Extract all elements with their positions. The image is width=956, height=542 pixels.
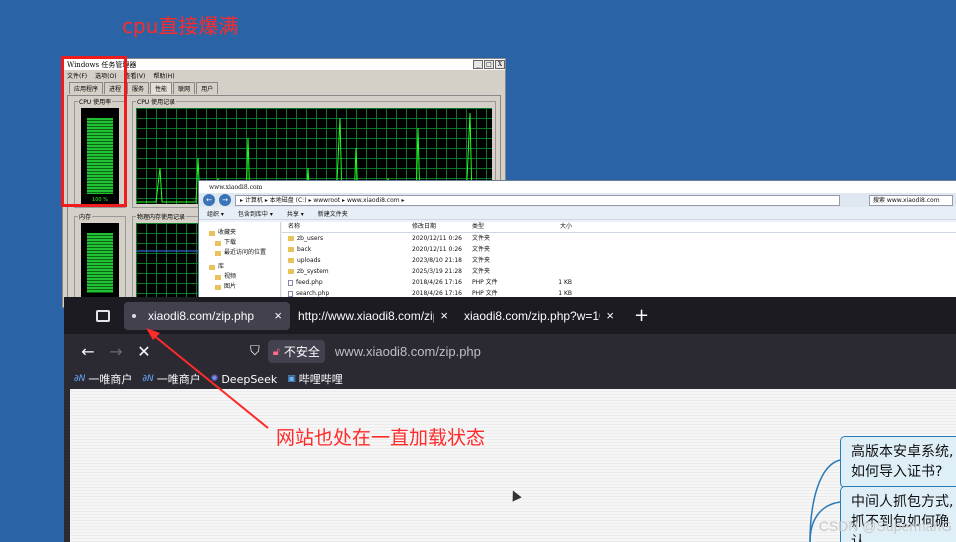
annotation-arrow — [146, 328, 269, 429]
watermark: CSDN @SupermanG — [818, 518, 952, 534]
